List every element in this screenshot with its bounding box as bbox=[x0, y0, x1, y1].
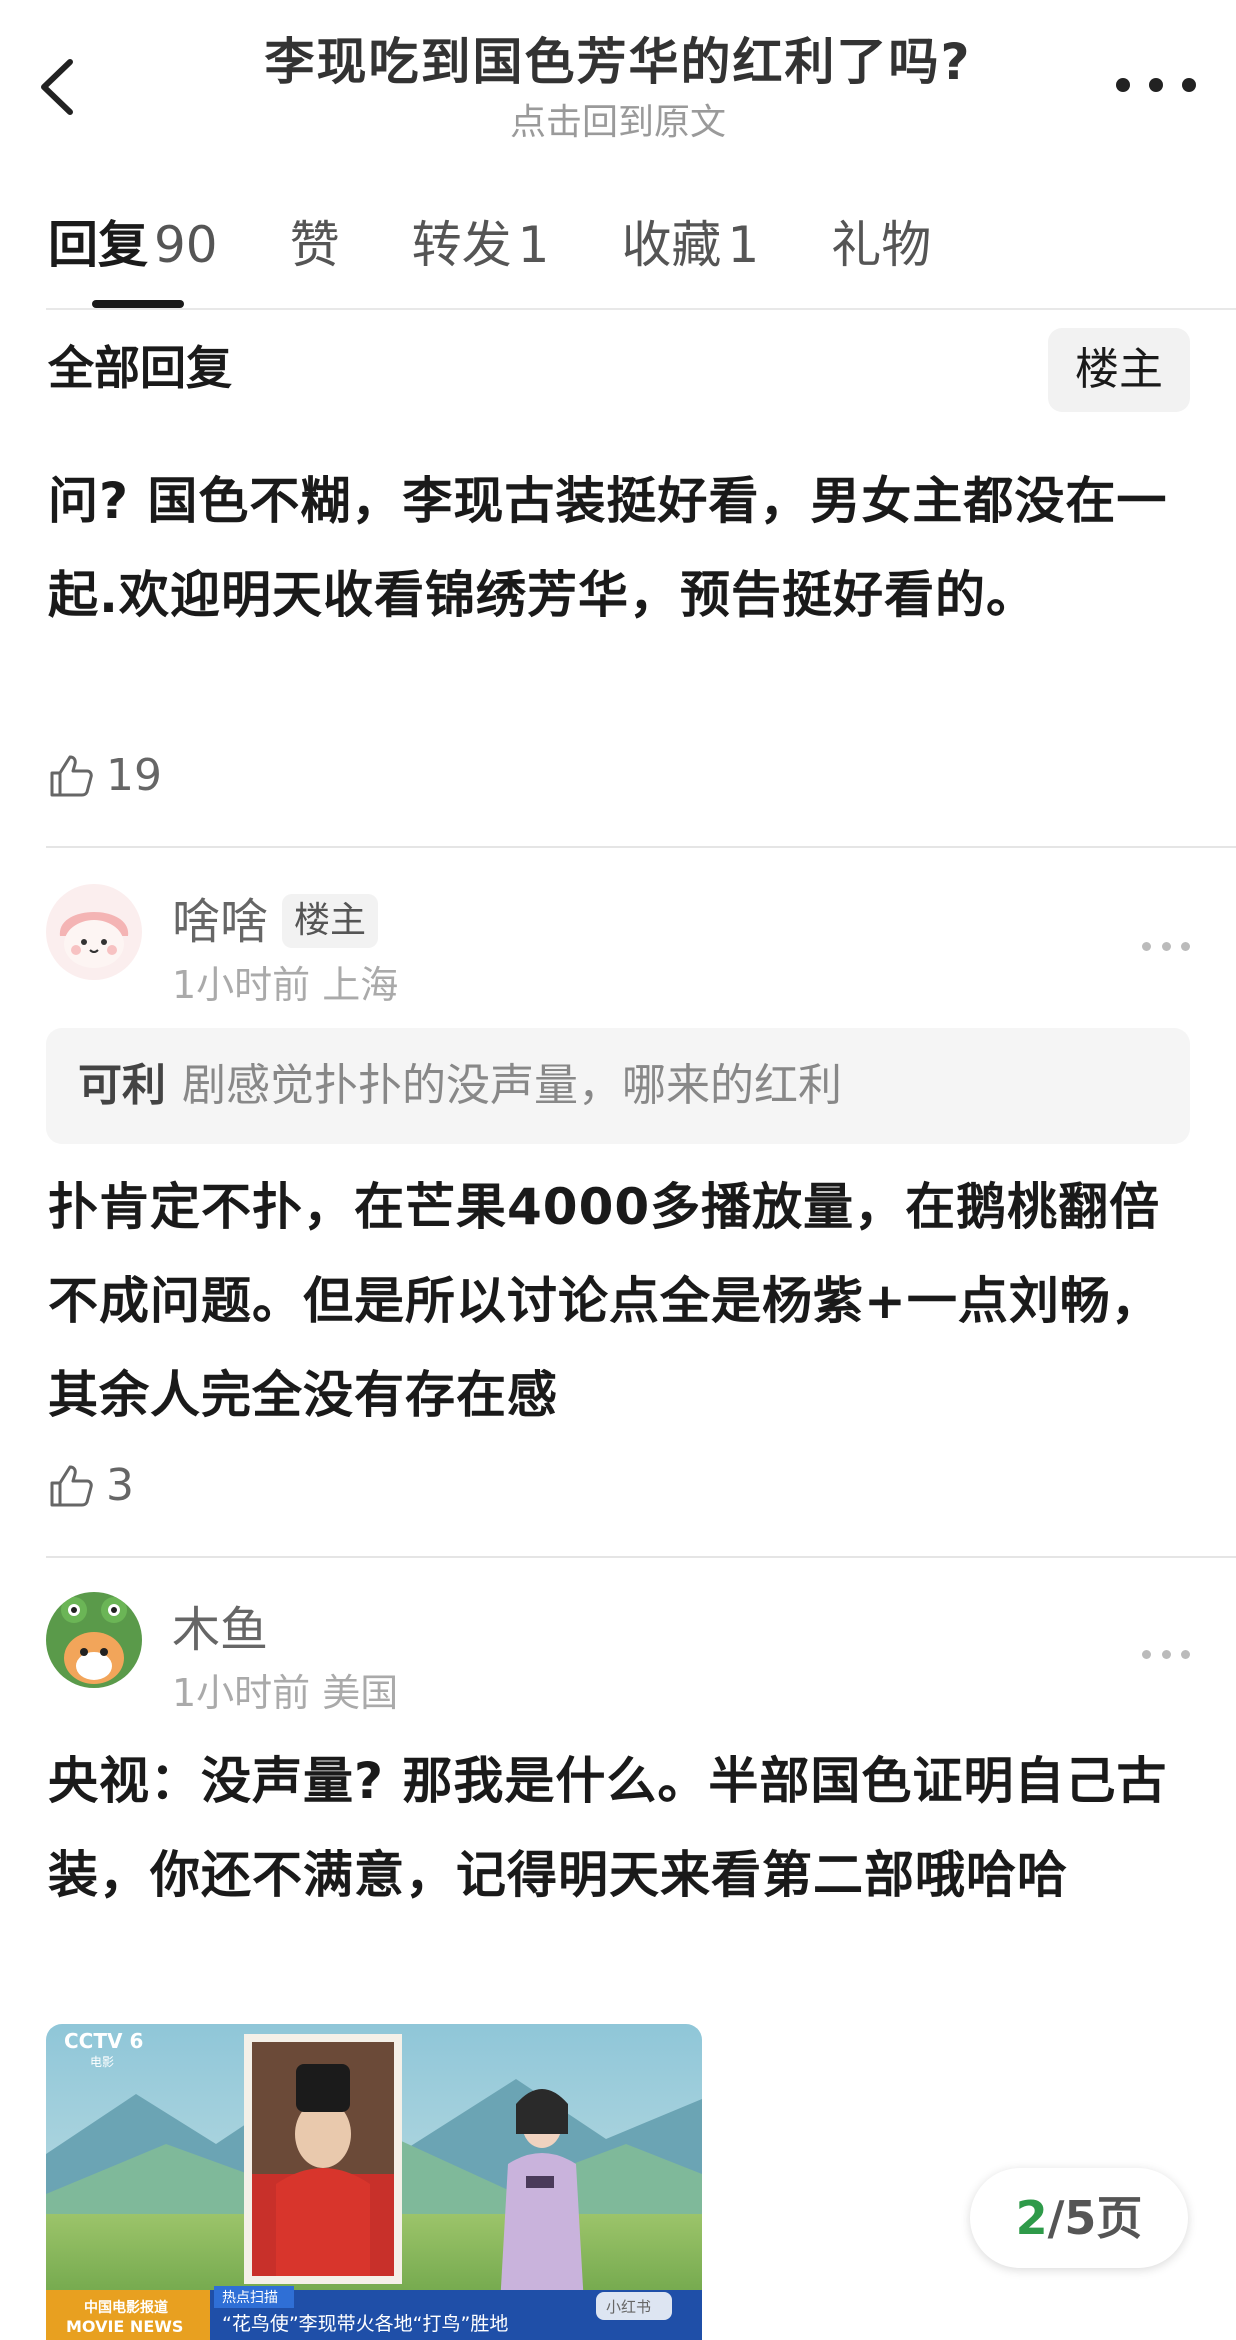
news-screenshot: CCTV 6 电影 热点扫描 “花鸟使”李现带火各地“打鸟”胜地 中国电影报道 … bbox=[46, 2024, 702, 2340]
tab-count: 1 bbox=[727, 216, 760, 274]
more-dot-icon bbox=[1181, 941, 1190, 951]
banner-tag: 热点扫描 bbox=[222, 2290, 278, 2306]
brand-en-text: MOVIE NEWS bbox=[66, 2317, 183, 2336]
more-dot-icon bbox=[1149, 78, 1163, 92]
tab-label: 赞 bbox=[289, 216, 340, 274]
all-replies-header: 全部回复 楼主 bbox=[48, 328, 1190, 412]
avatar[interactable] bbox=[46, 1592, 142, 1688]
channel-sub: 电影 bbox=[90, 2055, 114, 2069]
more-dot-icon bbox=[1142, 941, 1151, 951]
tab-label: 礼物 bbox=[831, 216, 932, 274]
tab-gifts[interactable]: 礼物 bbox=[831, 200, 931, 310]
location: 美国 bbox=[322, 1671, 399, 1715]
total-pages: /5页 bbox=[1047, 2191, 1143, 2245]
news-headline: “花鸟使”李现带火各地“打鸟”胜地 bbox=[222, 2313, 508, 2335]
comment-text: 扑肯定不扑，在芒果4000多播放量，在鹅桃翻倍不成问题。但是所以讨论点全是杨紫+… bbox=[48, 1178, 1162, 1424]
username-text: 啥啥 bbox=[172, 894, 269, 950]
tab-label: 转发 bbox=[411, 216, 512, 274]
more-dot-icon bbox=[1181, 1649, 1190, 1659]
back-to-original-link[interactable]: 点击回到原文 bbox=[180, 98, 1056, 148]
comment-more-button[interactable] bbox=[1142, 936, 1190, 956]
tab-reposts[interactable]: 转发 1 bbox=[412, 200, 550, 310]
comment-more-button[interactable] bbox=[1142, 1644, 1190, 1664]
divider bbox=[46, 846, 1236, 848]
tab-count: 90 bbox=[154, 216, 218, 274]
tab-bar: 回复 90 赞 转发 1 收藏 1 礼物 bbox=[48, 200, 1003, 310]
more-dot-icon bbox=[1161, 941, 1171, 951]
more-dot-icon bbox=[1182, 78, 1196, 92]
quoted-reply[interactable]: 可利 剧感觉扑扑的没声量，哪来的红利 bbox=[46, 1028, 1190, 1144]
chevron-left-icon bbox=[41, 59, 73, 115]
thumbs-up-icon bbox=[50, 755, 93, 797]
tab-label: 回复 bbox=[48, 216, 148, 274]
page-indicator-button[interactable]: 2/5页 bbox=[970, 2168, 1188, 2268]
quoted-username: 可利 bbox=[78, 1060, 166, 1111]
more-dot-icon bbox=[1161, 1649, 1171, 1659]
back-button[interactable] bbox=[30, 52, 90, 122]
tab-likes[interactable]: 赞 bbox=[290, 200, 340, 310]
location: 上海 bbox=[322, 963, 399, 1007]
timestamp: 1小时前 bbox=[172, 963, 311, 1007]
comment-meta: 1小时前 上海 bbox=[172, 960, 398, 1010]
title-block[interactable]: 李现吃到国色芳华的红利了吗? 点击回到原文 bbox=[180, 26, 1056, 148]
tab-count: 1 bbox=[517, 216, 550, 274]
more-dot-icon bbox=[1116, 78, 1130, 92]
top-bar: 李现吃到国色芳华的红利了吗? 点击回到原文 bbox=[0, 0, 1236, 160]
post-title: 李现吃到国色芳华的红利了吗? bbox=[264, 33, 972, 91]
username[interactable]: 木鱼 bbox=[172, 1598, 268, 1662]
tab-favorites[interactable]: 收藏 1 bbox=[621, 200, 759, 310]
divider bbox=[46, 1556, 1236, 1558]
watermark: 小红书 bbox=[606, 2298, 651, 2316]
tab-label: 收藏 bbox=[621, 216, 722, 274]
like-count: 3 bbox=[106, 1460, 134, 1511]
avatar[interactable] bbox=[46, 884, 142, 980]
current-page: 2 bbox=[1015, 2191, 1048, 2245]
more-dot-icon bbox=[1142, 1649, 1151, 1659]
channel-logo: CCTV 6 bbox=[64, 2029, 143, 2053]
divider bbox=[46, 308, 1236, 310]
like-count: 19 bbox=[106, 750, 162, 801]
like-button[interactable]: 19 bbox=[48, 748, 162, 804]
brand-text: 中国电影报道 bbox=[84, 2299, 168, 2316]
thumbs-up-icon bbox=[50, 1465, 93, 1507]
avatar-image bbox=[46, 884, 142, 980]
active-tab-indicator bbox=[92, 300, 184, 308]
comment-text: 问? 国色不糊，李现古装挺好看，男女主都没在一起.欢迎明天收看锦绣芳华，预告挺好… bbox=[48, 472, 1168, 624]
all-replies-title: 全部回复 bbox=[48, 341, 232, 395]
avatar-image bbox=[46, 1592, 142, 1688]
quoted-text: 剧感觉扑扑的没声量，哪来的红利 bbox=[182, 1060, 842, 1111]
like-button[interactable]: 3 bbox=[48, 1458, 134, 1514]
tab-replies[interactable]: 回复 90 bbox=[48, 200, 218, 310]
comment-text: 央视：没声量? 那我是什么。半部国色证明自己古装，你还不满意，记得明天来看第二部… bbox=[48, 1752, 1168, 1904]
timestamp: 1小时前 bbox=[172, 1671, 311, 1715]
attached-image[interactable]: CCTV 6 电影 热点扫描 “花鸟使”李现带火各地“打鸟”胜地 中国电影报道 … bbox=[46, 2024, 702, 2340]
more-options-button[interactable] bbox=[1116, 70, 1196, 100]
username[interactable]: 啥啥 楼主 bbox=[172, 890, 379, 954]
owner-only-filter-button[interactable]: 楼主 bbox=[1048, 328, 1190, 412]
owner-badge: 楼主 bbox=[282, 894, 379, 948]
comment-meta: 1小时前 美国 bbox=[172, 1668, 398, 1718]
